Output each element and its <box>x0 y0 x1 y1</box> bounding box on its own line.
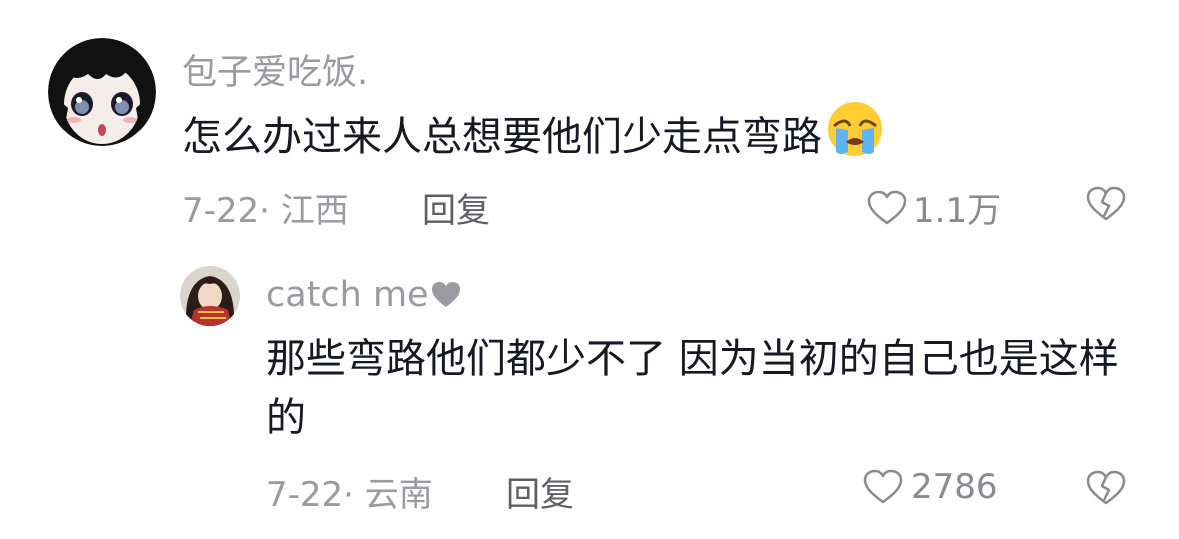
reply-button[interactable]: 回复 <box>506 467 574 516</box>
username[interactable]: catch me <box>266 275 461 317</box>
like-count: 1.1万 <box>913 191 1002 231</box>
heart-icon <box>431 277 461 317</box>
comment-text-content: 怎么办过来人总想要他们少走点弯路 <box>182 114 822 160</box>
heart-outline-icon <box>863 469 903 505</box>
comment-text: 怎么办过来人总想要他们少走点弯路 <box>182 100 1082 175</box>
comment-meta: 7-22· 江西 <box>182 191 349 231</box>
like-button[interactable]: 2786 <box>863 467 998 507</box>
username-text: catch me <box>266 275 429 315</box>
like-count: 2786 <box>911 467 998 507</box>
user-avatar[interactable] <box>180 266 240 326</box>
broken-heart-icon <box>1085 185 1127 223</box>
dislike-button[interactable] <box>1085 185 1127 223</box>
username[interactable]: 包子爱吃饭. <box>182 44 368 95</box>
reply-button[interactable]: 回复 <box>422 183 490 232</box>
broken-heart-icon <box>1085 469 1127 507</box>
crying-face-emoji-icon <box>826 100 884 175</box>
dislike-button[interactable] <box>1085 469 1127 507</box>
comment-meta: 7-22· 云南 <box>266 475 433 515</box>
heart-outline-icon <box>867 190 907 226</box>
user-avatar[interactable] <box>48 38 156 146</box>
like-button[interactable]: 1.1万 <box>867 183 1001 232</box>
comment-text: 那些弯路他们都少不了 因为当初的自己也是这样的 <box>266 336 1119 441</box>
